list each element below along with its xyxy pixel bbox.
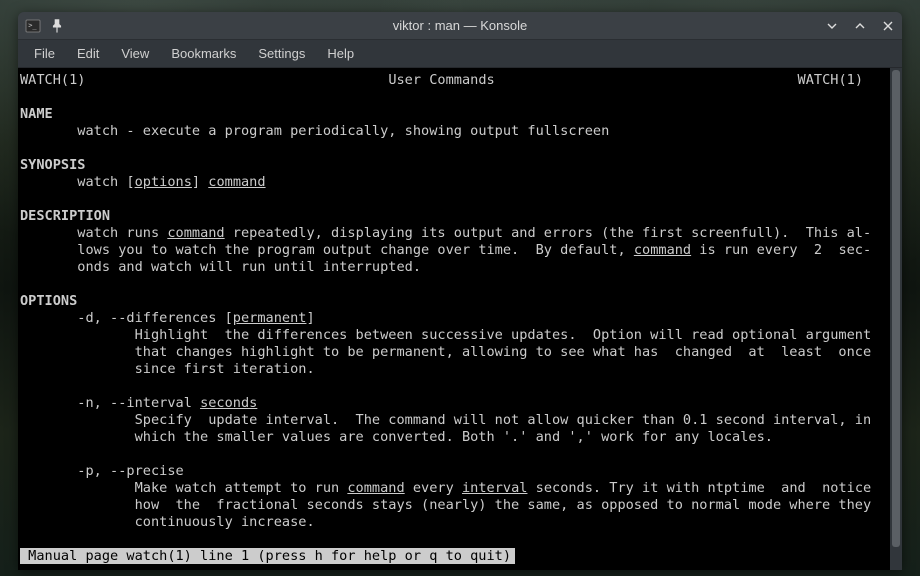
desc-cmd2: command	[634, 242, 691, 258]
syn-rb: ]	[192, 174, 200, 190]
desc-l1b: repeatedly, displaying its output and er…	[225, 225, 872, 241]
desc-l2b: is run every 2 sec-	[691, 242, 871, 258]
opt-p-l1c: seconds. Try it with ntptime and notice	[527, 480, 871, 496]
opt-p-flag: -p, --precise	[77, 463, 183, 479]
opt-d-perm: permanent	[233, 310, 307, 326]
menu-help[interactable]: Help	[317, 42, 364, 65]
menu-bookmarks[interactable]: Bookmarks	[161, 42, 246, 65]
svg-text:>_: >_	[28, 21, 37, 29]
desc-l3: onds and watch will run until interrupte…	[77, 259, 421, 275]
opt-p-l1a: Make watch attempt to run	[135, 480, 348, 496]
desc-cmd1: command	[167, 225, 224, 241]
section-synopsis: SYNOPSIS	[20, 157, 85, 173]
syn-command: command	[208, 174, 265, 190]
menubar: File Edit View Bookmarks Settings Help	[18, 40, 902, 68]
scroll-thumb[interactable]	[892, 70, 900, 547]
desc-l2a: lows you to watch the program output cha…	[77, 242, 634, 258]
konsole-window: >_ viktor : man — Konsole File Edit View…	[18, 12, 902, 570]
man-header-right: WATCH(1)	[798, 72, 863, 88]
menu-view[interactable]: View	[111, 42, 159, 65]
opt-d-l3: since first iteration.	[135, 361, 315, 377]
terminal[interactable]: WATCH(1) User Commands WATCH(1) NAME wat…	[18, 68, 902, 570]
opt-p-cmd: command	[347, 480, 404, 496]
pin-icon[interactable]	[48, 17, 66, 35]
opt-n-l1: Specify update interval. The command wil…	[135, 412, 872, 428]
man-header-left: WATCH(1)	[20, 72, 85, 88]
section-name: NAME	[20, 106, 53, 122]
man-status-line: Manual page watch(1) line 1 (press h for…	[20, 548, 515, 564]
opt-n-flag: -n, --interval	[77, 395, 200, 411]
opt-p-l3: continuously increase.	[135, 514, 315, 530]
opt-d-l2: that changes highlight to be permanent, …	[135, 344, 872, 360]
maximize-icon[interactable]	[852, 18, 868, 34]
menu-file[interactable]: File	[24, 42, 65, 65]
man-header-center: User Commands	[388, 72, 494, 88]
minimize-icon[interactable]	[824, 18, 840, 34]
section-description: DESCRIPTION	[20, 208, 110, 224]
close-icon[interactable]	[880, 18, 896, 34]
opt-d-flag: -d, --differences [	[77, 310, 233, 326]
menu-edit[interactable]: Edit	[67, 42, 109, 65]
section-options: OPTIONS	[20, 293, 77, 309]
opt-n-l2: which the smaller values are converted. …	[135, 429, 773, 445]
titlebar-left: >_	[24, 17, 66, 35]
scrollbar[interactable]	[890, 68, 902, 570]
terminal-content[interactable]: WATCH(1) User Commands WATCH(1) NAME wat…	[18, 68, 890, 570]
syn-options: options	[135, 174, 192, 190]
opt-p-l1b: every	[405, 480, 462, 496]
opt-p-int: interval	[462, 480, 527, 496]
titlebar[interactable]: >_ viktor : man — Konsole	[18, 12, 902, 40]
menu-settings[interactable]: Settings	[248, 42, 315, 65]
opt-d-l1: Highlight the differences between succes…	[135, 327, 872, 343]
desc-l1a: watch runs	[77, 225, 167, 241]
opt-p-l2: how the fractional seconds stays (nearly…	[135, 497, 872, 513]
app-icon: >_	[24, 17, 42, 35]
syn-lb: [	[126, 174, 134, 190]
opt-n-sec: seconds	[200, 395, 257, 411]
opt-d-rb: ]	[306, 310, 314, 326]
titlebar-controls	[824, 18, 896, 34]
name-line: watch - execute a program periodically, …	[77, 123, 609, 139]
syn-watch: watch	[77, 174, 118, 190]
window-title: viktor : man — Konsole	[18, 18, 902, 33]
